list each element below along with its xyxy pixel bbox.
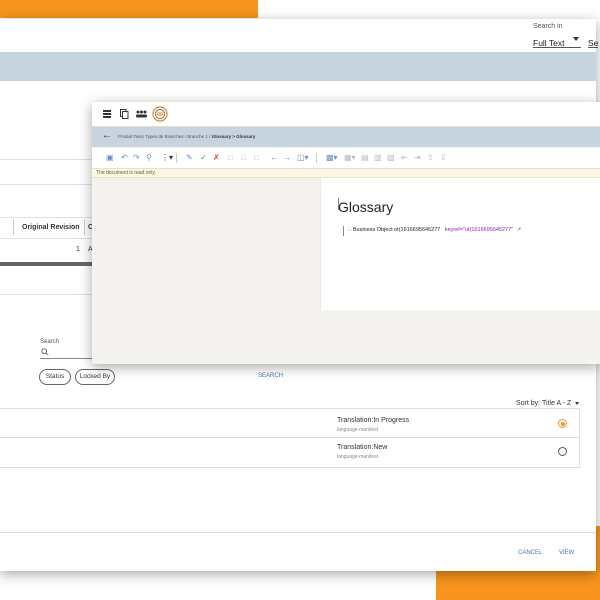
result-subtitle: language-manifest	[337, 454, 379, 460]
search-input[interactable]	[40, 346, 92, 359]
readonly-notice: The document is read only.	[96, 170, 156, 176]
result-title: Translation:In Progress	[337, 417, 410, 424]
breadcrumb: ← Produit Tests Types de Branches / Bran…	[92, 127, 600, 147]
header-band	[0, 52, 596, 81]
insert-left-icon[interactable]: ⇤	[401, 153, 408, 163]
search-icon	[41, 348, 49, 356]
original-revision-header: Original Revision	[22, 224, 80, 231]
breadcrumb-path: Produit Tests Types de Branches / Branch…	[118, 134, 255, 139]
doc-title[interactable]: Glossary	[338, 199, 393, 215]
divider	[0, 159, 92, 160]
search-in-label: Search in	[533, 23, 563, 30]
cancel-button[interactable]: CANCEL	[518, 550, 542, 556]
accept-icon[interactable]: ✓	[200, 153, 207, 163]
filter-status-chip[interactable]: Status	[39, 369, 71, 385]
sort-select[interactable]: Title A - Z	[542, 400, 580, 407]
app-logo-icon[interactable]	[152, 106, 168, 122]
breadcrumb-item[interactable]: Branche 1	[187, 134, 208, 139]
view-button[interactable]: VIEW	[559, 550, 574, 556]
insert-above-icon[interactable]: ⇧	[427, 153, 434, 163]
comment-icon[interactable]: □	[228, 153, 233, 163]
result-title: Translation:New	[337, 444, 388, 451]
search-button[interactable]: SEARCH	[258, 373, 283, 379]
readonly-banner: The document is read only.	[92, 169, 600, 178]
search-label: Search	[40, 339, 60, 345]
result-radio[interactable]	[558, 447, 567, 456]
editor-window: ← Produit Tests Types de Branches / Bran…	[92, 102, 600, 364]
undo-icon[interactable]: ↶	[121, 153, 128, 163]
table-merge-icon[interactable]: ▧	[387, 153, 395, 163]
insert-menu-icon[interactable]: ◫▾	[297, 153, 309, 163]
orange-accent-top	[0, 0, 258, 18]
redo-icon[interactable]: ↷	[133, 153, 140, 163]
menu-icon[interactable]	[103, 110, 111, 118]
breadcrumb-current: Glossary	[236, 134, 256, 139]
sort-by-label: Sort by:	[516, 400, 541, 407]
table-row-icon[interactable]: ▤	[361, 153, 369, 163]
filter-locked-by-chip[interactable]: Locked By	[75, 369, 115, 385]
save-icon[interactable]: ▣	[106, 153, 114, 163]
image-icon[interactable]: ▩▾	[326, 153, 338, 163]
list-item[interactable]: Translation:In Progress language-manifes…	[0, 409, 579, 438]
external-link-icon[interactable]: ↗	[517, 227, 522, 233]
comment-edit-icon[interactable]: □	[241, 153, 246, 163]
copy-icon[interactable]	[120, 109, 129, 119]
table-col-icon[interactable]: ▥	[374, 153, 382, 163]
back-arrow-icon[interactable]: ←	[102, 131, 112, 141]
caret-down-icon	[573, 37, 579, 41]
entry-keyref: keyref="ot(1616695645277"	[444, 227, 514, 233]
table-icon[interactable]: ▦▾	[344, 153, 356, 163]
column-separator	[13, 219, 14, 235]
glossary-entry[interactable]: □ Business Object ot(1616695645277 keyre…	[348, 227, 521, 233]
search-in-value: Full Text	[533, 38, 565, 48]
breadcrumb-item[interactable]: Produit Tests Types de Branches	[118, 134, 184, 139]
column-separator	[84, 219, 85, 235]
breadcrumb-item[interactable]: Glossary	[212, 134, 231, 139]
arrow-right-icon[interactable]: →	[283, 153, 291, 163]
search-in-select[interactable]: Full Text	[533, 33, 581, 48]
list-item[interactable]: Translation:New language-manifest	[0, 438, 579, 466]
more-options-icon[interactable]: ⋮▾	[161, 153, 173, 163]
editor-toolbar: ▣ ↶ ↷ ⚲ ⋮▾ ✎ ✓ ✗ □ □ □ ← → ◫▾ ▩▾ ▦▾ ▤ ▥ …	[92, 148, 600, 169]
document-page: Glossary □ Business Object ot(1616695645…	[320, 178, 600, 310]
insert-right-icon[interactable]: ⇥	[414, 153, 421, 163]
sort-value: Title A - Z	[542, 400, 572, 407]
entry-text: Business Object ot(1616695645277	[352, 227, 441, 233]
entry-marker	[343, 226, 344, 236]
search-scope-field[interactable]: Sea	[588, 33, 598, 48]
search-icon[interactable]: ⚲	[146, 153, 152, 163]
comment-delete-icon[interactable]: □	[254, 153, 259, 163]
users-icon[interactable]	[136, 110, 147, 118]
radio-dot	[560, 421, 565, 426]
caret-down-icon	[575, 401, 580, 405]
search-scope-partial: Sea	[588, 38, 598, 48]
row-value: 1	[76, 246, 80, 253]
editor-topbar	[92, 102, 600, 127]
divider	[0, 184, 92, 185]
reject-icon[interactable]: ✗	[213, 153, 220, 163]
edit-icon[interactable]: ✎	[186, 153, 193, 163]
result-radio-selected[interactable]	[558, 419, 567, 428]
toolbar-separator	[176, 153, 177, 163]
insert-below-icon[interactable]: ⇩	[440, 153, 447, 163]
document-icon: □	[348, 227, 352, 233]
table-scrollbar[interactable]	[0, 262, 92, 266]
toolbar-separator	[316, 153, 317, 163]
results-list: Translation:In Progress language-manifes…	[0, 408, 580, 468]
arrow-left-icon[interactable]: ←	[270, 153, 278, 163]
result-subtitle: language-manifest	[337, 427, 379, 433]
footer-divider	[0, 532, 596, 533]
